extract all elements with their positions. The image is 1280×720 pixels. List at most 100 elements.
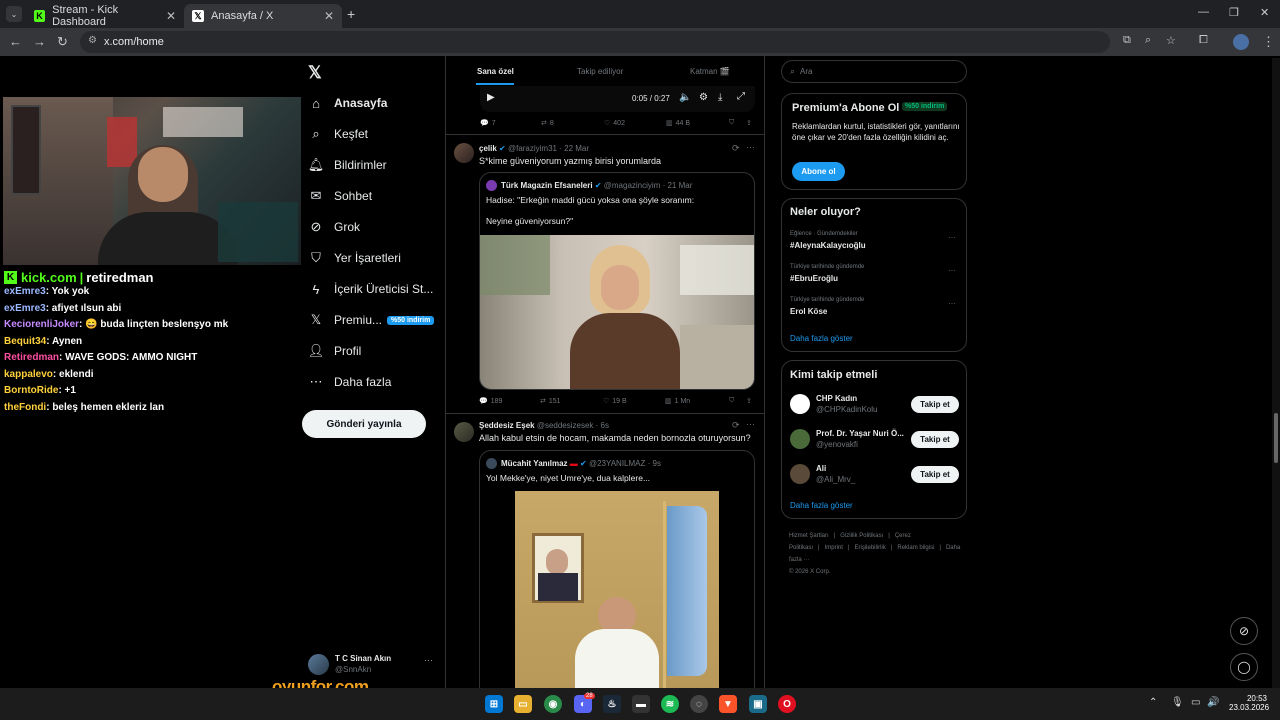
retweet-button[interactable]: ⇄ 151 (540, 397, 561, 406)
author-handle[interactable]: @seddesizesek (537, 421, 594, 430)
grok-float-button[interactable]: ⊘ (1230, 617, 1258, 645)
sidebar-item-x[interactable]: 𝕏 Premiu... (308, 312, 382, 328)
messages-float-button[interactable]: ◯ (1230, 653, 1258, 681)
close-tab-icon[interactable]: ✕ (166, 9, 176, 23)
follow-name[interactable]: Prof. Dr. Yaşar Nuri Ö... (816, 429, 904, 438)
reply-button[interactable]: 💬 7 (480, 119, 496, 128)
follow-name[interactable]: Ali (816, 464, 826, 473)
settings-icon[interactable]: ⚙ (699, 92, 708, 103)
quoted-tweet[interactable]: Türk Magazin Efsaneleri ✔ @magazinciyim … (479, 172, 755, 390)
author-name[interactable]: çelik (479, 144, 497, 153)
tweet-date[interactable]: · 6s (596, 421, 609, 430)
volume-icon[interactable]: 🔊 (1207, 697, 1219, 708)
app2-icon[interactable]: ▣ (749, 695, 767, 713)
network-icon[interactable]: ▭ (1191, 697, 1200, 708)
avatar[interactable] (790, 394, 810, 414)
sidebar-item-more-circle[interactable]: ⋯ Daha fazla (308, 374, 392, 390)
chrome-icon[interactable]: ◉ (544, 695, 562, 713)
footer-link[interactable]: Hizmet Şartları (789, 533, 829, 539)
footer-link[interactable]: Imprint (825, 545, 843, 551)
clock[interactable]: 20:53 23.03.2026 (1229, 694, 1269, 712)
sidebar-item-grok[interactable]: ⊘ Grok (308, 219, 360, 235)
extensions-icon[interactable]: ⧠ (1199, 34, 1208, 47)
post-button[interactable]: Gönderi yayınla (302, 410, 426, 438)
bookmark-icon[interactable]: ⛉ (729, 397, 734, 405)
tab-for-you[interactable]: Sana özel (477, 67, 514, 76)
more-dots-icon[interactable]: ··· (948, 299, 956, 308)
tab-search-button[interactable]: ⌄ (6, 6, 22, 22)
sidebar-item-mail[interactable]: ✉ Sohbet (308, 188, 373, 204)
sidebar-item-person[interactable]: 👤︎ Profil (308, 343, 362, 359)
tweet-image[interactable] (515, 491, 719, 688)
more-dots-icon[interactable]: ··· (948, 233, 956, 242)
subscribe-button[interactable]: Abone ol (792, 162, 845, 181)
trend-name[interactable]: Erol Köse (790, 307, 827, 316)
x-logo-icon[interactable]: 𝕏 (308, 63, 322, 83)
close-tab-icon[interactable]: ✕ (324, 9, 334, 23)
author-handle[interactable]: @faraziyim31 (508, 144, 557, 153)
maximize-icon[interactable]: ❐ (1229, 6, 1239, 19)
obs-icon[interactable]: ▬ (632, 695, 650, 713)
video-player[interactable]: ▶ 0:05 / 0:27 🔈 ⚙ ⤓ ⤢ (480, 86, 755, 112)
footer-link[interactable]: Gizlilik Politikası (840, 533, 883, 539)
brave-icon[interactable]: ▼ (719, 695, 737, 713)
retweet-button[interactable]: ⇄ 8 (541, 119, 554, 128)
account-switcher[interactable]: T C Sinan Akın @SnnAkn ··· (308, 653, 436, 679)
like-button[interactable]: ♡ 402 (604, 119, 625, 128)
sidebar-item-search[interactable]: ⌕ Keşfet (308, 126, 368, 142)
footer-link[interactable]: Erişilebilirlik (854, 545, 885, 551)
follow-name[interactable]: CHP Kadın (816, 394, 857, 403)
grok-icon[interactable]: ⟳ (732, 420, 740, 431)
author-name[interactable]: Şeddesiz Eşek (479, 421, 535, 430)
avatar[interactable] (454, 143, 474, 163)
scrollbar[interactable] (1272, 58, 1280, 688)
forward-icon[interactable]: → (33, 34, 46, 49)
new-tab-icon[interactable]: + (347, 6, 355, 22)
sidebar-item-bell[interactable]: 🔔︎ Bildirimler (308, 157, 387, 173)
footer-link[interactable]: © 2026 X Corp. (789, 569, 830, 575)
share-icon[interactable]: ⇪ (746, 119, 752, 127)
close-window-icon[interactable]: ✕ (1260, 6, 1269, 19)
site-info-icon[interactable]: ⚙ (88, 35, 97, 46)
sidebar-item-bookmark[interactable]: ⛉ Yer İşaretleri (308, 250, 401, 266)
play-icon[interactable]: ▶ (487, 92, 495, 103)
reply-button[interactable]: 💬 189 (479, 397, 502, 406)
tweet-seddesiz-esek[interactable]: Şeddesiz Eşek @seddesizesek · 6s ⟳ ··· A… (446, 414, 764, 688)
avatar[interactable] (454, 422, 474, 442)
profile-avatar[interactable] (1233, 34, 1249, 50)
install-app-icon[interactable]: ⧉ (1123, 34, 1131, 47)
trends-show-more[interactable]: Daha fazla göster (790, 334, 853, 343)
sidebar-item-bolt[interactable]: ϟ İçerik Üreticisi St... (308, 281, 434, 297)
sidebar-item-home[interactable]: ⌂ Anasayfa (308, 95, 387, 111)
steam-icon[interactable]: ♨ (603, 695, 621, 713)
more-dots-icon[interactable]: ··· (746, 142, 755, 152)
footer-link[interactable]: Reklam bilgisi (897, 545, 934, 551)
follow-button[interactable]: Takip et (911, 431, 959, 448)
trend-name[interactable]: #AleynaKalaycıoğlu (790, 241, 866, 250)
tab-following[interactable]: Takip ediliyor (577, 67, 623, 76)
follow-button[interactable]: Takip et (911, 466, 959, 483)
avatar[interactable] (790, 429, 810, 449)
tab-kick-dashboard[interactable]: K Stream - Kick Dashboard ✕ (26, 4, 184, 28)
opera-icon[interactable]: O (778, 695, 796, 713)
mic-icon[interactable]: 🎙 (1171, 697, 1184, 708)
pip-icon[interactable]: ⤓ (718, 92, 722, 103)
share-icon[interactable]: ⇪ (746, 397, 752, 405)
follow-button[interactable]: Takip et (911, 396, 959, 413)
search-input[interactable]: ⌕ Ara (781, 60, 967, 83)
quoted-tweet[interactable]: Mücahit Yanılmaz ▬ ✔ @23YANILMAZ · 9s Yo… (479, 450, 755, 688)
file-explorer-icon[interactable]: ▭ (514, 695, 532, 713)
views-button[interactable]: ▥ 1 Mn (665, 397, 690, 406)
views-button[interactable]: ▥ 44 B (666, 119, 690, 128)
tweet-image[interactable] (480, 235, 754, 389)
reload-icon[interactable]: ↻ (57, 34, 68, 50)
more-dots-icon[interactable]: ··· (948, 266, 956, 275)
app-icon[interactable]: ◌ (690, 695, 708, 713)
grok-icon[interactable]: ⟳ (732, 143, 740, 154)
like-button[interactable]: ♡ 19 B (603, 397, 627, 406)
tweet-celik[interactable]: çelik ✔ @faraziyim31 · 22 Mar ⟳ ··· S*ki… (446, 135, 764, 413)
url-input[interactable]: ⚙ x.com/home (80, 31, 1110, 53)
trend-name[interactable]: #EbruEroğlu (790, 274, 838, 283)
tray-chevron-icon[interactable]: ⌃ (1149, 697, 1157, 708)
tab-katman[interactable]: Katman 🎬 (690, 67, 730, 76)
